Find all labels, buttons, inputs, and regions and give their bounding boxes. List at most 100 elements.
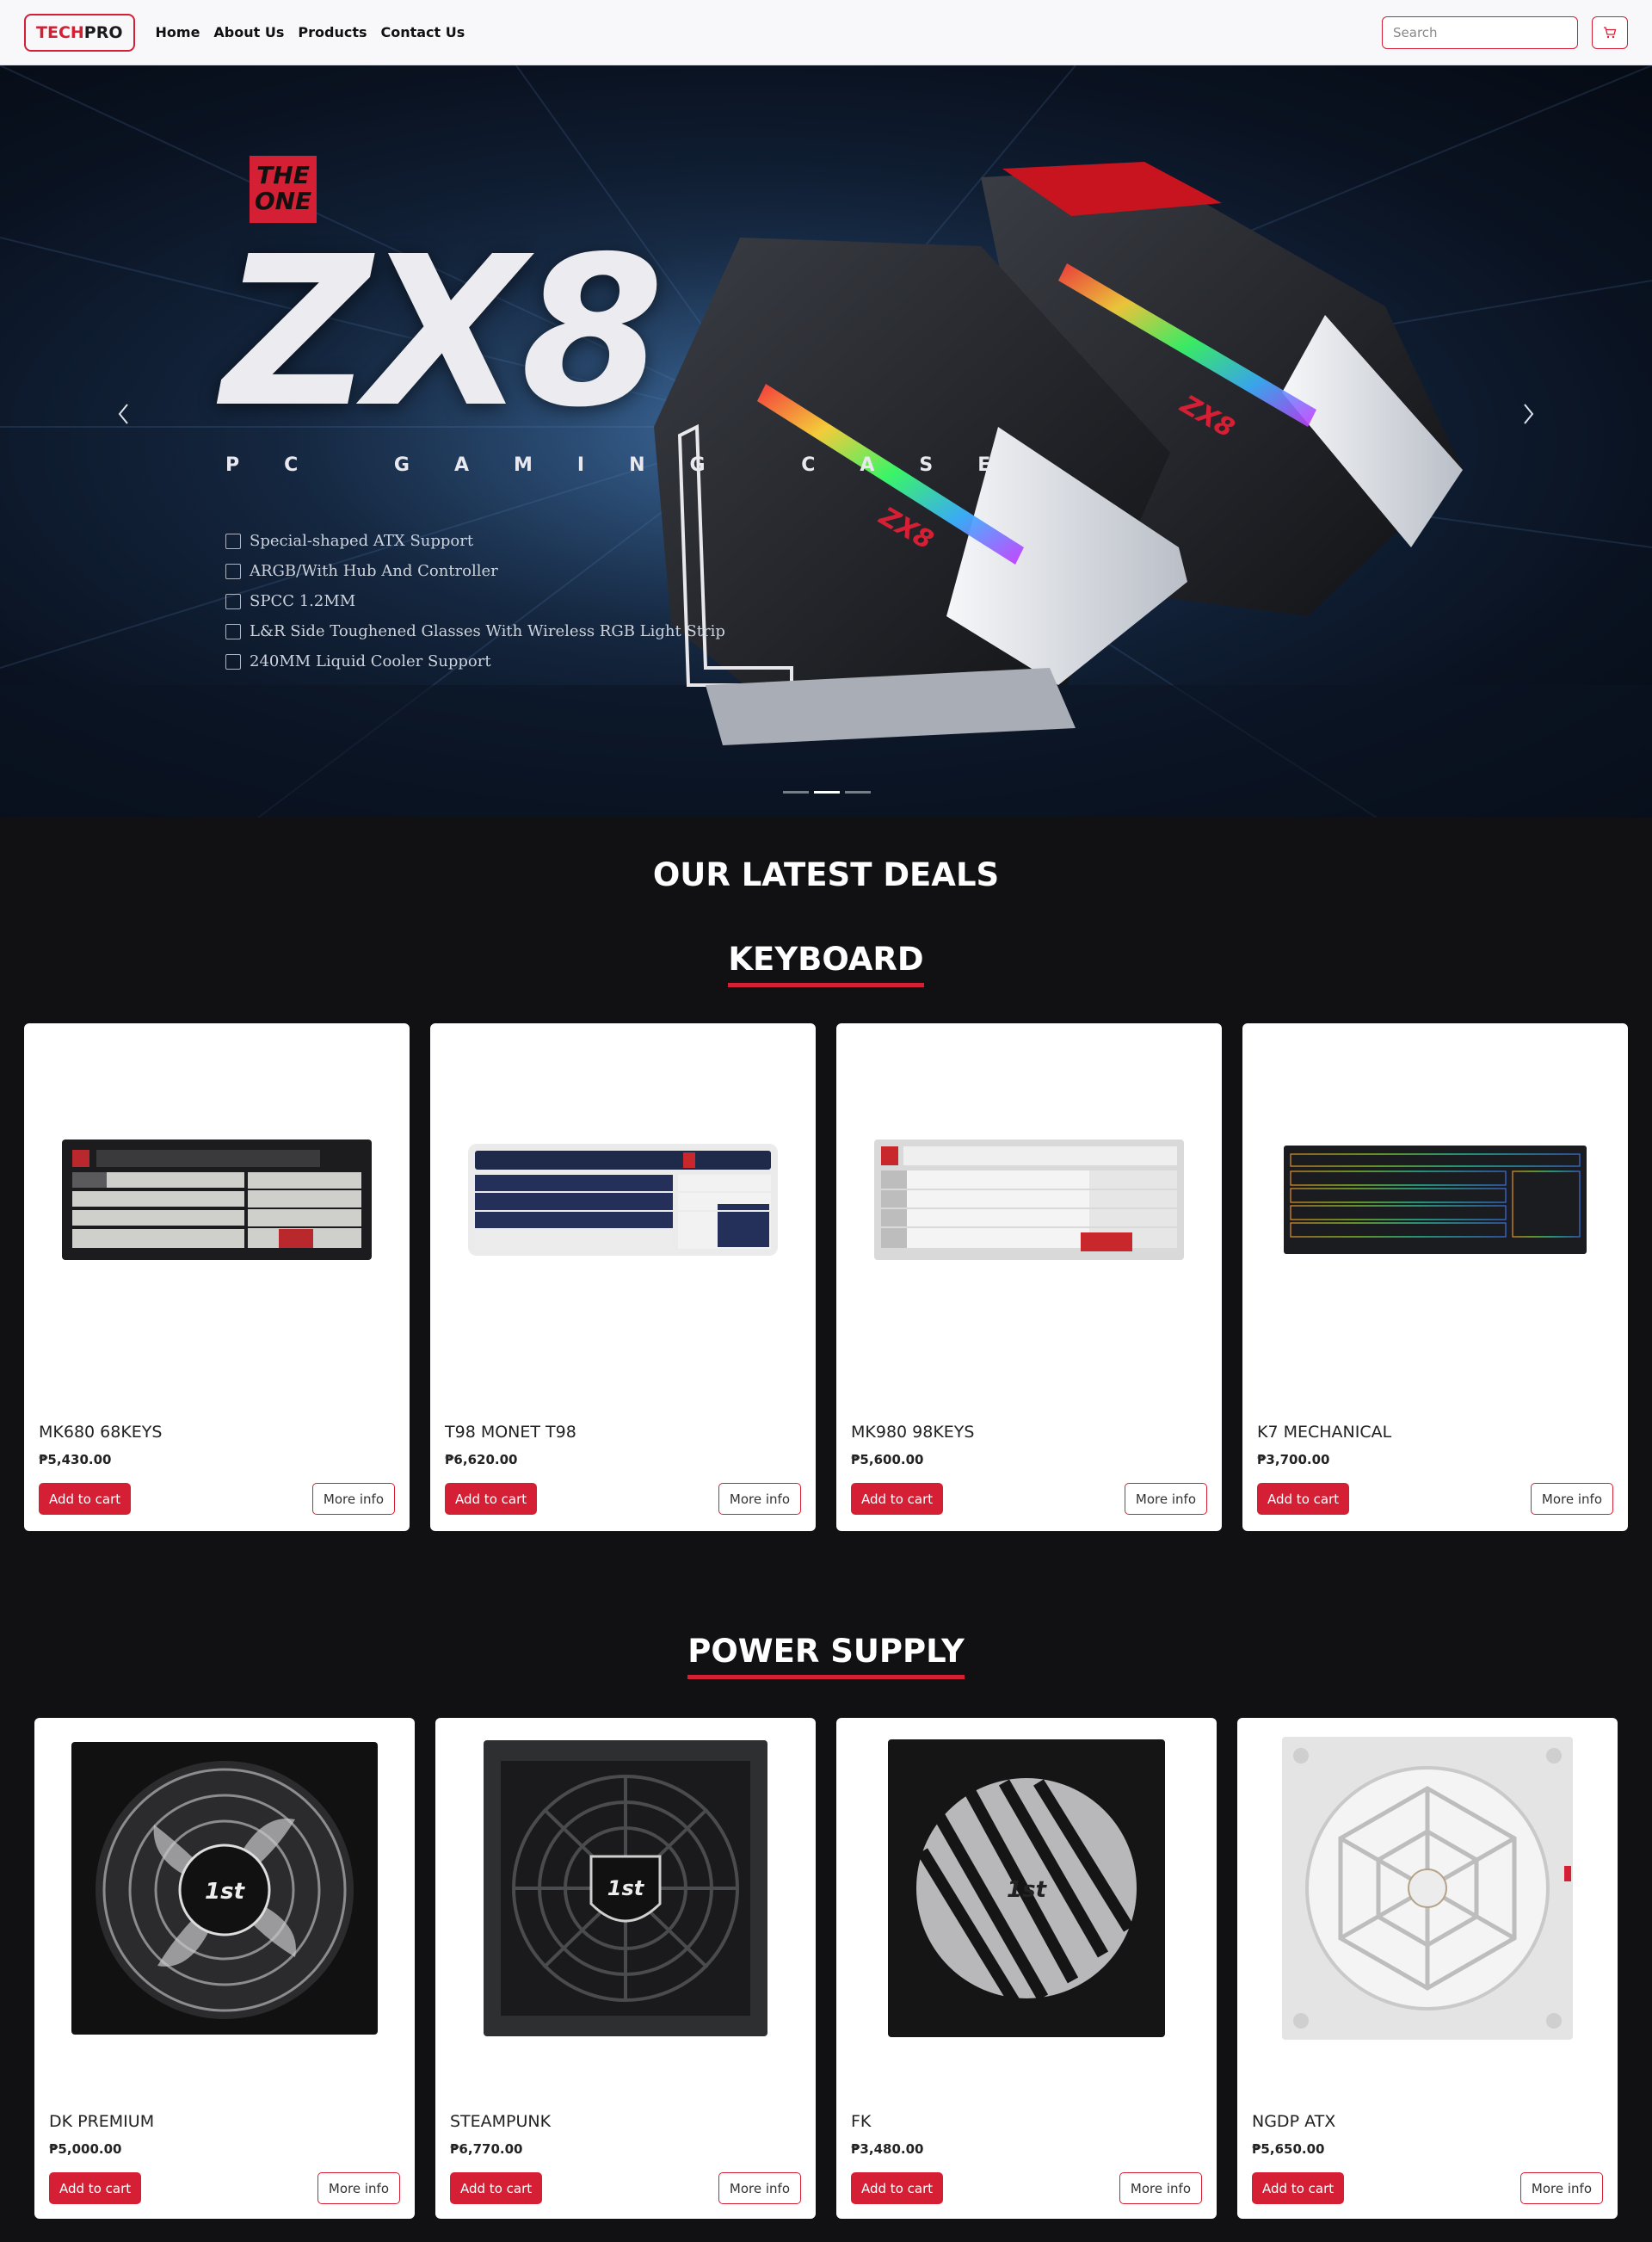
product-price: ₱6,620.00 bbox=[445, 1452, 518, 1467]
more-info-button[interactable]: More info bbox=[718, 1483, 801, 1515]
feature-text: 240MM Liquid Cooler Support bbox=[250, 652, 491, 670]
keyboard-image bbox=[874, 1140, 1184, 1260]
add-to-cart-button[interactable]: Add to cart bbox=[851, 2172, 944, 2204]
more-info-button[interactable]: More info bbox=[317, 2172, 400, 2204]
deals-title: OUR LATEST DEALS bbox=[652, 856, 1000, 893]
atx-icon bbox=[225, 533, 241, 549]
carousel-indicator-3[interactable] bbox=[845, 791, 871, 794]
product-price: ₱3,480.00 bbox=[851, 2141, 924, 2157]
keyboard-image bbox=[1284, 1146, 1587, 1254]
product-image-ngdp-atx[interactable] bbox=[1237, 1733, 1618, 2043]
product-name: MK980 98KEYS bbox=[851, 1423, 975, 1442]
psu-image bbox=[1282, 1737, 1573, 2040]
power-supply-title-text: POWER SUPPLY bbox=[687, 1633, 965, 1679]
product-card-fk: 1st FK ₱3,480.00 Add to cart More info bbox=[836, 1718, 1217, 2219]
add-to-cart-button[interactable]: Add to cart bbox=[39, 1483, 132, 1515]
keyboard-image bbox=[468, 1144, 778, 1256]
product-image-dk-premium[interactable]: 1st bbox=[34, 1733, 415, 2043]
product-price: ₱3,700.00 bbox=[1257, 1452, 1330, 1467]
svg-text:1st: 1st bbox=[1007, 1877, 1048, 1903]
more-info-button[interactable]: More info bbox=[1119, 2172, 1202, 2204]
nav-right bbox=[1382, 15, 1628, 49]
more-info-button[interactable]: More info bbox=[311, 1483, 395, 1515]
carousel-indicator-2[interactable] bbox=[814, 791, 840, 794]
nav-link-products[interactable]: Products bbox=[298, 24, 367, 40]
add-to-cart-button[interactable]: Add to cart bbox=[49, 2172, 142, 2204]
product-price: ₱5,430.00 bbox=[39, 1452, 112, 1467]
feature-text: L&R Side Toughened Glasses With Wireless… bbox=[250, 622, 725, 640]
product-image-t98[interactable] bbox=[430, 1122, 816, 1277]
brand-logo[interactable]: TECH PRO bbox=[24, 13, 135, 52]
product-name: MK680 68KEYS bbox=[39, 1423, 163, 1442]
product-image-fk[interactable]: 1st bbox=[836, 1733, 1217, 2043]
feature-list: Special-shaped ATX Support ARGB/With Hub… bbox=[225, 526, 725, 676]
more-info-button[interactable]: More info bbox=[1519, 2172, 1603, 2204]
keyboard-section-title: KEYBOARD bbox=[0, 941, 1652, 987]
product-name: FK bbox=[851, 2112, 872, 2131]
product-card-mk680: MK680 68KEYS ₱5,430.00 Add to cart More … bbox=[24, 1023, 410, 1531]
carousel-indicator-1[interactable] bbox=[783, 791, 809, 794]
product-card-steampunk: 1st STEAMPUNK ₱6,770.00 Add to cart More… bbox=[435, 1718, 816, 2219]
logo-line-2: ONE bbox=[254, 187, 312, 215]
feature-item: SPCC 1.2MM bbox=[225, 586, 725, 616]
product-card-ngdp-atx: NGDP ATX ₱5,650.00 Add to cart More info bbox=[1237, 1718, 1618, 2219]
hero-carousel: ZX8 ZX8 THE ONE ZX8 PC GAMING CASE Speci… bbox=[0, 65, 1652, 818]
navbar: TECH PRO Home About Us Products Contact U… bbox=[0, 0, 1652, 65]
product-name: NGDP ATX bbox=[1252, 2112, 1336, 2131]
power-supply-section-title: POWER SUPPLY bbox=[0, 1633, 1652, 1679]
glass-icon bbox=[225, 623, 241, 639]
feature-text: Special-shaped ATX Support bbox=[250, 532, 474, 550]
feature-text: ARGB/With Hub And Controller bbox=[250, 562, 498, 580]
product-price: ₱5,000.00 bbox=[49, 2141, 122, 2157]
nav-link-about-us[interactable]: About Us bbox=[213, 24, 284, 40]
svg-text:1st: 1st bbox=[607, 1876, 645, 1900]
product-card-mk980: MK980 98KEYS ₱5,600.00 Add to cart More … bbox=[836, 1023, 1222, 1531]
product-price: ₱5,600.00 bbox=[851, 1452, 924, 1467]
psu-image: 1st bbox=[888, 1739, 1165, 2037]
product-name: K7 MECHANICAL bbox=[1257, 1423, 1392, 1442]
cart-icon bbox=[1604, 26, 1617, 38]
more-info-button[interactable]: More info bbox=[1530, 1483, 1613, 1515]
brand-part-tech: TECH bbox=[36, 22, 84, 42]
product-card-k7: K7 MECHANICAL ₱3,700.00 Add to cart More… bbox=[1242, 1023, 1628, 1531]
nav-link-contact-us[interactable]: Contact Us bbox=[380, 24, 465, 40]
nav-links: Home About Us Products Contact Us bbox=[156, 24, 465, 40]
cart-button[interactable] bbox=[1592, 15, 1628, 49]
product-image-mk980[interactable] bbox=[836, 1122, 1222, 1277]
product-name: DK PREMIUM bbox=[49, 2112, 155, 2131]
product-price: ₱6,770.00 bbox=[450, 2141, 523, 2157]
hero-title: ZX8 bbox=[222, 212, 664, 453]
add-to-cart-button[interactable]: Add to cart bbox=[851, 1483, 944, 1515]
logo-line-1: THE bbox=[256, 161, 310, 189]
product-name: T98 MONET T98 bbox=[445, 1423, 576, 1442]
product-image-mk680[interactable] bbox=[24, 1122, 410, 1277]
carousel-prev-button[interactable] bbox=[105, 395, 143, 433]
product-price: ₱5,650.00 bbox=[1252, 2141, 1325, 2157]
keyboard-title-text: KEYBOARD bbox=[728, 941, 924, 987]
svg-text:1st: 1st bbox=[205, 1879, 246, 1905]
add-to-cart-button[interactable]: Add to cart bbox=[450, 2172, 543, 2204]
add-to-cart-button[interactable]: Add to cart bbox=[445, 1483, 538, 1515]
search-input[interactable] bbox=[1382, 15, 1578, 49]
more-info-button[interactable]: More info bbox=[1124, 1483, 1207, 1515]
product-card-dk-premium: 1st DK PREMIUM ₱5,000.00 Add to cart Mor… bbox=[34, 1718, 415, 2219]
argb-icon bbox=[225, 563, 241, 579]
more-info-button[interactable]: More info bbox=[718, 2172, 801, 2204]
product-card-t98: T98 MONET T98 ₱6,620.00 Add to cart More… bbox=[430, 1023, 816, 1531]
feature-item: ARGB/With Hub And Controller bbox=[225, 556, 725, 586]
product-name: STEAMPUNK bbox=[450, 2112, 552, 2131]
brand-part-pro: PRO bbox=[83, 22, 123, 42]
psu-image: 1st bbox=[484, 1740, 767, 2036]
carousel-next-button[interactable] bbox=[1509, 395, 1547, 433]
add-to-cart-button[interactable]: Add to cart bbox=[1252, 2172, 1345, 2204]
cooler-icon bbox=[225, 653, 241, 670]
product-image-k7[interactable] bbox=[1242, 1122, 1628, 1277]
spcc-icon bbox=[225, 593, 241, 609]
psu-image: 1st bbox=[71, 1742, 378, 2035]
keyboard-image bbox=[62, 1140, 372, 1260]
add-to-cart-button[interactable]: Add to cart bbox=[1257, 1483, 1350, 1515]
nav-link-home[interactable]: Home bbox=[156, 24, 200, 40]
feature-item: 240MM Liquid Cooler Support bbox=[225, 646, 725, 676]
feature-text: SPCC 1.2MM bbox=[250, 592, 356, 610]
product-image-steampunk[interactable]: 1st bbox=[435, 1733, 816, 2043]
